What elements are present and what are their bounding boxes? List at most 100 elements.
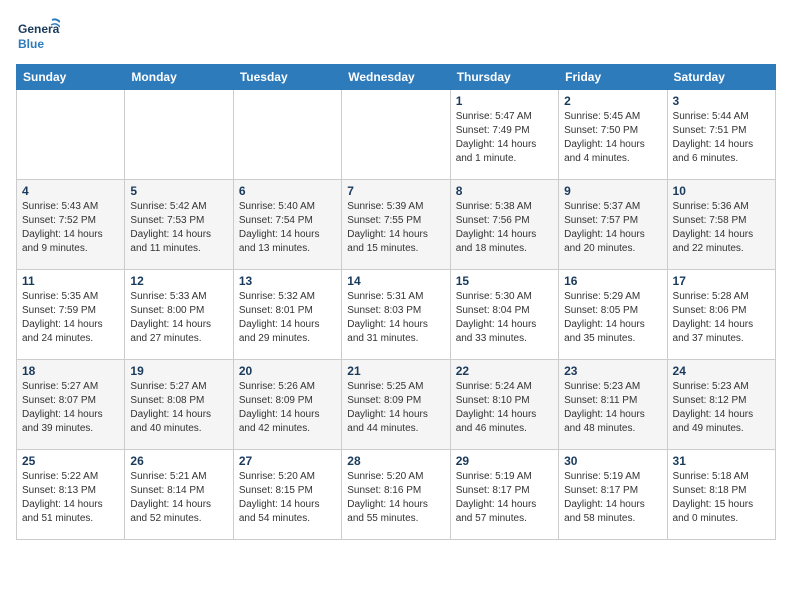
svg-text:Blue: Blue bbox=[18, 37, 44, 51]
day-info: Sunrise: 5:42 AM Sunset: 7:53 PM Dayligh… bbox=[130, 200, 227, 256]
day-number: 8 bbox=[456, 184, 553, 198]
day-number: 10 bbox=[673, 184, 770, 198]
calendar-cell: 27 Sunrise: 5:20 AM Sunset: 8:15 PM Dayli… bbox=[233, 450, 341, 540]
day-info: Sunrise: 5:28 AM Sunset: 8:06 PM Dayligh… bbox=[673, 290, 770, 346]
header-row: SundayMondayTuesdayWednesdayThursdayFrid… bbox=[17, 65, 776, 90]
day-info: Sunrise: 5:47 AM Sunset: 7:49 PM Dayligh… bbox=[456, 110, 553, 166]
header-cell-tuesday: Tuesday bbox=[233, 65, 341, 90]
day-info: Sunrise: 5:40 AM Sunset: 7:54 PM Dayligh… bbox=[239, 200, 336, 256]
header-cell-sunday: Sunday bbox=[17, 65, 125, 90]
day-info: Sunrise: 5:43 AM Sunset: 7:52 PM Dayligh… bbox=[22, 200, 119, 256]
day-info: Sunrise: 5:20 AM Sunset: 8:16 PM Dayligh… bbox=[347, 470, 444, 526]
day-number: 28 bbox=[347, 454, 444, 468]
day-info: Sunrise: 5:32 AM Sunset: 8:01 PM Dayligh… bbox=[239, 290, 336, 346]
day-number: 31 bbox=[673, 454, 770, 468]
day-number: 24 bbox=[673, 364, 770, 378]
calendar-cell: 3Sunrise: 5:44 AM Sunset: 7:51 PM Daylig… bbox=[667, 90, 775, 180]
logo: General Blue bbox=[16, 16, 60, 56]
header-cell-wednesday: Wednesday bbox=[342, 65, 450, 90]
day-number: 20 bbox=[239, 364, 336, 378]
day-info: Sunrise: 5:26 AM Sunset: 8:09 PM Dayligh… bbox=[239, 380, 336, 436]
header-cell-friday: Friday bbox=[559, 65, 667, 90]
calendar-cell: 13 Sunrise: 5:32 AM Sunset: 8:01 PM Dayli… bbox=[233, 270, 341, 360]
day-number: 29 bbox=[456, 454, 553, 468]
day-number: 15 bbox=[456, 274, 553, 288]
calendar-cell bbox=[342, 90, 450, 180]
calendar-cell: 29Sunrise: 5:19 AM Sunset: 8:17 PM Dayli… bbox=[450, 450, 558, 540]
calendar-cell: 10 Sunrise: 5:36 AM Sunset: 7:58 PM Dayli… bbox=[667, 180, 775, 270]
day-number: 17 bbox=[673, 274, 770, 288]
day-info: Sunrise: 5:36 AM Sunset: 7:58 PM Dayligh… bbox=[673, 200, 770, 256]
day-info: Sunrise: 5:20 AM Sunset: 8:15 PM Dayligh… bbox=[239, 470, 336, 526]
day-info: Sunrise: 5:38 AM Sunset: 7:56 PM Dayligh… bbox=[456, 200, 553, 256]
header: General Blue bbox=[16, 16, 776, 56]
calendar-cell: 7Sunrise: 5:39 AM Sunset: 7:55 PM Daylig… bbox=[342, 180, 450, 270]
calendar-cell: 30Sunrise: 5:19 AM Sunset: 8:17 PM Dayli… bbox=[559, 450, 667, 540]
day-number: 2 bbox=[564, 94, 661, 108]
day-number: 4 bbox=[22, 184, 119, 198]
calendar-cell: 19Sunrise: 5:27 AM Sunset: 8:08 PM Dayli… bbox=[125, 360, 233, 450]
calendar-cell: 5 Sunrise: 5:42 AM Sunset: 7:53 PM Daylig… bbox=[125, 180, 233, 270]
week-row-5: 25 Sunrise: 5:22 AM Sunset: 8:13 PM Dayli… bbox=[17, 450, 776, 540]
day-number: 25 bbox=[22, 454, 119, 468]
calendar-cell: 12 Sunrise: 5:33 AM Sunset: 8:00 PM Dayli… bbox=[125, 270, 233, 360]
day-info: Sunrise: 5:29 AM Sunset: 8:05 PM Dayligh… bbox=[564, 290, 661, 346]
calendar-cell: 1 Sunrise: 5:47 AM Sunset: 7:49 PM Daylig… bbox=[450, 90, 558, 180]
calendar-cell bbox=[233, 90, 341, 180]
day-number: 26 bbox=[130, 454, 227, 468]
calendar-cell: 25 Sunrise: 5:22 AM Sunset: 8:13 PM Dayli… bbox=[17, 450, 125, 540]
calendar-cell: 16 Sunrise: 5:29 AM Sunset: 8:05 PM Dayli… bbox=[559, 270, 667, 360]
calendar-cell: 28 Sunrise: 5:20 AM Sunset: 8:16 PM Dayli… bbox=[342, 450, 450, 540]
day-info: Sunrise: 5:19 AM Sunset: 8:17 PM Dayligh… bbox=[564, 470, 661, 526]
calendar-cell: 24 Sunrise: 5:23 AM Sunset: 8:12 PM Dayli… bbox=[667, 360, 775, 450]
day-number: 19 bbox=[130, 364, 227, 378]
calendar-cell: 15 Sunrise: 5:30 AM Sunset: 8:04 PM Dayli… bbox=[450, 270, 558, 360]
day-number: 12 bbox=[130, 274, 227, 288]
day-info: Sunrise: 5:25 AM Sunset: 8:09 PM Dayligh… bbox=[347, 380, 444, 436]
day-info: Sunrise: 5:27 AM Sunset: 8:07 PM Dayligh… bbox=[22, 380, 119, 436]
calendar-cell: 18 Sunrise: 5:27 AM Sunset: 8:07 PM Dayli… bbox=[17, 360, 125, 450]
calendar-cell bbox=[17, 90, 125, 180]
day-number: 27 bbox=[239, 454, 336, 468]
calendar-cell: 22 Sunrise: 5:24 AM Sunset: 8:10 PM Dayli… bbox=[450, 360, 558, 450]
day-number: 6 bbox=[239, 184, 336, 198]
day-info: Sunrise: 5:23 AM Sunset: 8:12 PM Dayligh… bbox=[673, 380, 770, 436]
calendar-cell: 14Sunrise: 5:31 AM Sunset: 8:03 PM Dayli… bbox=[342, 270, 450, 360]
day-number: 16 bbox=[564, 274, 661, 288]
day-number: 11 bbox=[22, 274, 119, 288]
calendar-cell: 20 Sunrise: 5:26 AM Sunset: 8:09 PM Dayli… bbox=[233, 360, 341, 450]
day-info: Sunrise: 5:24 AM Sunset: 8:10 PM Dayligh… bbox=[456, 380, 553, 436]
calendar-cell: 8 Sunrise: 5:38 AM Sunset: 7:56 PM Daylig… bbox=[450, 180, 558, 270]
calendar-cell: 2 Sunrise: 5:45 AM Sunset: 7:50 PM Daylig… bbox=[559, 90, 667, 180]
day-info: Sunrise: 5:21 AM Sunset: 8:14 PM Dayligh… bbox=[130, 470, 227, 526]
calendar-cell: 21 Sunrise: 5:25 AM Sunset: 8:09 PM Dayli… bbox=[342, 360, 450, 450]
day-info: Sunrise: 5:23 AM Sunset: 8:11 PM Dayligh… bbox=[564, 380, 661, 436]
day-info: Sunrise: 5:35 AM Sunset: 7:59 PM Dayligh… bbox=[22, 290, 119, 346]
day-number: 18 bbox=[22, 364, 119, 378]
day-number: 21 bbox=[347, 364, 444, 378]
day-number: 22 bbox=[456, 364, 553, 378]
calendar-cell: 9Sunrise: 5:37 AM Sunset: 7:57 PM Daylig… bbox=[559, 180, 667, 270]
day-number: 5 bbox=[130, 184, 227, 198]
calendar-cell bbox=[125, 90, 233, 180]
calendar-cell: 11 Sunrise: 5:35 AM Sunset: 7:59 PM Dayli… bbox=[17, 270, 125, 360]
header-cell-monday: Monday bbox=[125, 65, 233, 90]
week-row-3: 11 Sunrise: 5:35 AM Sunset: 7:59 PM Dayli… bbox=[17, 270, 776, 360]
day-number: 13 bbox=[239, 274, 336, 288]
day-info: Sunrise: 5:44 AM Sunset: 7:51 PM Dayligh… bbox=[673, 110, 770, 166]
logo-svg: General Blue bbox=[16, 16, 60, 56]
day-info: Sunrise: 5:30 AM Sunset: 8:04 PM Dayligh… bbox=[456, 290, 553, 346]
day-number: 14 bbox=[347, 274, 444, 288]
week-row-1: 1 Sunrise: 5:47 AM Sunset: 7:49 PM Daylig… bbox=[17, 90, 776, 180]
day-info: Sunrise: 5:45 AM Sunset: 7:50 PM Dayligh… bbox=[564, 110, 661, 166]
week-row-4: 18 Sunrise: 5:27 AM Sunset: 8:07 PM Dayli… bbox=[17, 360, 776, 450]
day-info: Sunrise: 5:33 AM Sunset: 8:00 PM Dayligh… bbox=[130, 290, 227, 346]
calendar-cell: 31 Sunrise: 5:18 AM Sunset: 8:18 PM Dayli… bbox=[667, 450, 775, 540]
day-number: 9 bbox=[564, 184, 661, 198]
day-number: 1 bbox=[456, 94, 553, 108]
header-cell-saturday: Saturday bbox=[667, 65, 775, 90]
day-info: Sunrise: 5:22 AM Sunset: 8:13 PM Dayligh… bbox=[22, 470, 119, 526]
day-number: 23 bbox=[564, 364, 661, 378]
calendar-cell: 17 Sunrise: 5:28 AM Sunset: 8:06 PM Dayli… bbox=[667, 270, 775, 360]
day-info: Sunrise: 5:18 AM Sunset: 8:18 PM Dayligh… bbox=[673, 470, 770, 526]
